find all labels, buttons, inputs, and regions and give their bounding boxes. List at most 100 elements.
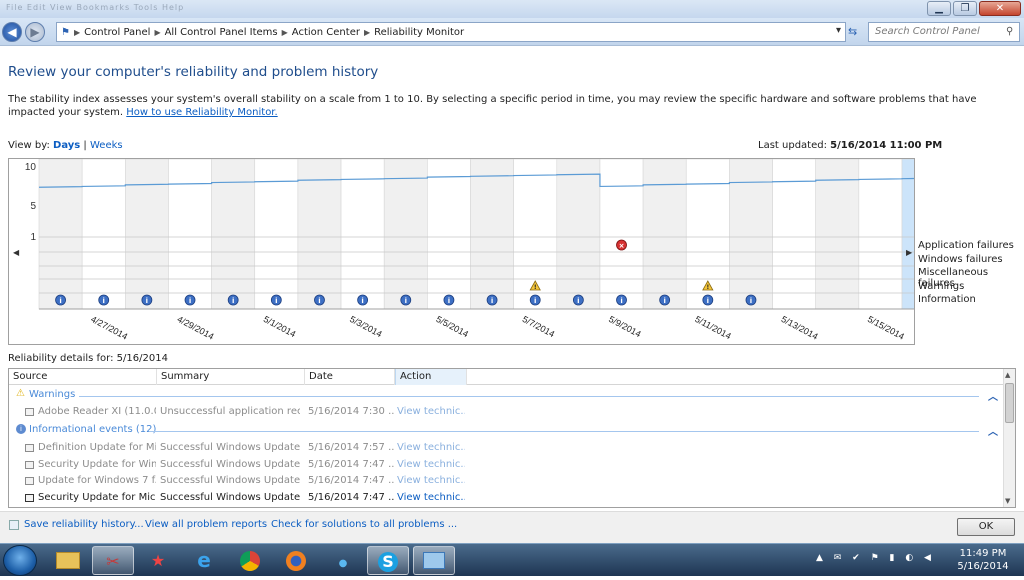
breadcrumb-reliability-monitor[interactable]: Reliability Monitor [374,27,464,38]
update-icon [25,494,34,502]
row-date: 5/16/2014 7:47 ... [308,459,394,470]
close-button[interactable]: ✕ [979,1,1021,16]
row-action-link[interactable]: View technic... [397,475,465,486]
view-all-reports-link[interactable]: View all problem reports [145,519,267,530]
day-column[interactable] [81,159,126,310]
day-column[interactable] [901,159,914,310]
row-date: 5/16/2014 7:47 ... [308,492,394,503]
address-dropdown-icon[interactable]: ▾ [836,25,841,36]
scroll-thumb[interactable] [1005,383,1014,423]
warning-icon: ⚠ [16,388,25,399]
column-source[interactable]: Source [9,369,157,385]
breadcrumb-control-panel[interactable]: Control Panel [84,27,150,38]
day-column[interactable] [470,159,514,310]
breadcrumb-all-items[interactable]: All Control Panel Items [165,27,278,38]
firefox-taskbar-icon[interactable] [275,546,317,575]
row-date: 5/16/2014 7:47 ... [308,475,394,486]
internet-explorer-taskbar-icon[interactable]: e [183,546,225,575]
page-description: The stability index assesses your system… [8,93,1018,119]
column-action[interactable]: Action [395,369,467,385]
chrome-taskbar-icon[interactable] [229,546,271,575]
search-input[interactable]: Search Control Panel [868,22,1020,42]
last-updated-value: 5/16/2014 11:00 PM [830,140,943,151]
system-tray-icons[interactable]: ▲ ✉ ✔ ⚑ ▮ ◐ ◀ [816,553,935,563]
chart-canvas[interactable]: 1051◀▶iiiiiiiiiiiiiiiiii!!!×4/27/20144/2… [9,159,914,344]
information-glyph: i [232,297,234,305]
information-glyph: i [663,297,665,305]
maximize-button[interactable]: ❐ [953,1,977,16]
vertical-scrollbar[interactable]: ▲ ▼ [1003,369,1015,507]
breadcrumb-arrow-icon: ▶ [363,27,371,37]
information-glyph: i [103,297,105,305]
group-info[interactable]: i Informational events (12) ︿ [9,422,1004,438]
day-column[interactable] [340,159,385,310]
day-column[interactable] [383,159,428,310]
check-solutions-link[interactable]: Check for solutions to all problems ... [271,519,457,530]
warning-glyph: ! [706,284,709,291]
collapse-chevron-icon[interactable]: ︿ [988,423,998,438]
breadcrumb-action-center[interactable]: Action Center [292,27,360,38]
x-tick-label: 4/29/2014 [176,314,216,342]
day-column[interactable] [858,159,903,310]
table-row[interactable]: Adobe Reader XI (11.0.07) Unsuccessful a… [9,404,1004,420]
failure-glyph: × [619,242,625,250]
row-date: 5/16/2014 7:30 ... [308,406,394,417]
day-column[interactable] [642,159,687,310]
collapse-chevron-icon[interactable]: ︿ [988,388,998,403]
day-column[interactable] [125,159,169,310]
row-source: Definition Update for Mi... [38,442,156,453]
minimize-button[interactable]: ▁ [927,1,951,16]
day-column[interactable] [297,159,342,310]
update-icon [25,444,34,452]
day-column[interactable] [427,159,471,310]
information-glyph: i [405,297,407,305]
search-icon[interactable]: ⚲ [1006,26,1013,37]
refresh-button[interactable]: ⇆ [848,25,857,38]
day-column[interactable] [599,159,644,310]
poker-taskbar-icon[interactable]: ★ [137,546,179,575]
control-panel-taskbar-icon[interactable] [413,546,455,575]
scroll-left-icon[interactable]: ◀ [13,248,20,257]
x-tick-label: 5/3/2014 [348,314,384,339]
address-toolbar: ◀ ▶ ⚑ ▶ Control Panel ▶ All Control Pane… [0,18,1024,46]
day-column[interactable] [556,159,601,310]
row-source: Update for Windows 7 f... [38,475,156,486]
scroll-right-icon[interactable]: ▶ [906,248,913,257]
back-button[interactable]: ◀ [2,22,22,42]
row-action-link[interactable]: View technic... [397,442,465,453]
row-action-link[interactable]: View technic... [397,492,465,503]
group-divider [149,431,979,432]
group-warnings[interactable]: ⚠ Warnings ︿ [9,387,1004,403]
column-summary[interactable]: Summary [157,369,305,385]
media-taskbar-icon[interactable]: ● [322,546,364,575]
row-summary: Successful Windows Update [160,442,300,453]
day-column[interactable] [38,159,83,310]
table-row[interactable]: Security Update for Micr... Successful W… [9,490,1004,506]
scroll-down-icon[interactable]: ▼ [1005,497,1010,505]
taskbar-clock[interactable]: 11:49 PM 5/16/2014 [950,547,1016,573]
table-row[interactable]: Update for Windows 7 f... Successful Win… [9,473,1004,489]
column-date[interactable]: Date [305,369,395,385]
information-glyph: i [491,297,493,305]
information-glyph: i [146,297,148,305]
save-history-link[interactable]: Save reliability history... [24,519,144,530]
address-field[interactable]: ⚑ ▶ Control Panel ▶ All Control Panel It… [56,22,846,42]
reliability-chart[interactable]: 1051◀▶iiiiiiiiiiiiiiiiii!!!×4/27/20144/2… [8,158,915,345]
table-row[interactable]: Security Update for Win... Successful Wi… [9,457,1004,473]
skype-taskbar-icon[interactable]: S [367,546,409,575]
update-icon [25,461,34,469]
table-row[interactable]: Definition Update for Mi... Successful W… [9,440,1004,456]
view-weeks-link[interactable]: Weeks [90,140,123,151]
snipping-tool-taskbar-icon[interactable]: ✂ [92,546,134,575]
start-button[interactable] [3,545,37,576]
row-action-link[interactable]: View technic... [397,459,465,470]
day-column[interactable] [168,159,212,310]
view-days-link[interactable]: Days [53,140,80,151]
day-column[interactable] [815,159,860,310]
row-action-link[interactable]: View technic... [397,406,465,417]
forward-button[interactable]: ▶ [25,22,45,42]
scroll-up-icon[interactable]: ▲ [1005,371,1010,379]
ok-button[interactable]: OK [957,518,1015,536]
explorer-taskbar-icon[interactable] [47,546,89,575]
how-to-use-link[interactable]: How to use Reliability Monitor. [126,107,277,118]
